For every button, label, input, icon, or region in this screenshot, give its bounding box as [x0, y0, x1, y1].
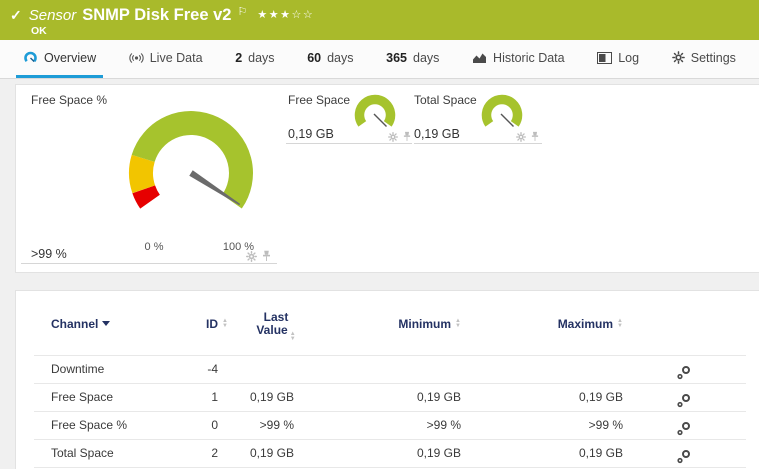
pin-icon[interactable] [531, 131, 539, 142]
table-row: Free Space % 0 >99 % >99 % >99 % [16, 411, 759, 439]
pin-icon[interactable] [403, 131, 411, 142]
sort-icon [290, 330, 296, 341]
tab-label: days [327, 50, 354, 65]
table-row: Free Space 1 0,19 GB 0,19 GB 0,19 GB [16, 383, 759, 411]
free-space-actions [388, 131, 411, 142]
column-label: Last Value [256, 310, 289, 337]
tab-historic-data[interactable]: Historic Data [465, 40, 572, 78]
channel-maximum: >99 % [588, 418, 623, 432]
free-space-value: 0,19 GB [288, 127, 334, 141]
table-row: Downtime -4 [16, 355, 759, 383]
tab-label: Overview [44, 50, 97, 65]
channels-table-panel: Channel ID Last Value Minimum Maximum Do… [15, 290, 759, 469]
channel-last-value: 0,19 GB [249, 446, 294, 460]
column-label: ID [206, 317, 219, 331]
divider [34, 467, 746, 468]
star-icon[interactable]: ★ [269, 9, 280, 21]
overview-gauges-panel: Free Space % 0 % 100 % >99 % Free Space … [15, 84, 759, 273]
sort-icon [617, 317, 623, 328]
star-icon[interactable]: ☆ [291, 9, 302, 21]
total-space-gauge-title: Total Space [414, 93, 477, 107]
divider [414, 143, 542, 144]
divider [21, 263, 277, 264]
table-row: Total Space 2 0,19 GB 0,19 GB 0,19 GB [16, 439, 759, 467]
tab-number: 2 [235, 50, 243, 65]
free-space-gauge-title: Free Space [288, 93, 351, 107]
column-header-minimum[interactable]: Minimum [381, 317, 461, 331]
channel-name: Total Space [51, 446, 114, 460]
channel-minimum: >99 % [426, 418, 461, 432]
channel-maximum: 0,19 GB [578, 390, 623, 404]
star-icon[interactable]: ★ [257, 9, 268, 21]
channel-last-value: >99 % [259, 418, 294, 432]
chevron-down-icon [102, 321, 111, 326]
sort-icon [455, 317, 461, 328]
divider [286, 143, 412, 144]
channel-maximum: 0,19 GB [578, 446, 623, 460]
column-header-last-value[interactable]: Last Value [248, 311, 304, 341]
sensor-status-header: ✓ Sensor SNMP Disk Free v2 ⚐ ★★★☆☆ OK [0, 0, 759, 40]
main-gauge-value: >99 % [31, 247, 67, 261]
column-label: Minimum [398, 317, 452, 331]
gear-icon [671, 51, 685, 64]
log-icon [597, 51, 613, 64]
channel-last-value: 0,19 GB [249, 390, 294, 404]
area-chart-icon [473, 53, 487, 63]
tab-settings[interactable]: Settings [665, 40, 743, 78]
gauge-icon [24, 51, 37, 63]
channel-name: Free Space % [51, 418, 128, 432]
tab-60-days[interactable]: 60 days [300, 40, 360, 78]
column-label: Maximum [557, 317, 614, 331]
gear-icon[interactable] [388, 131, 398, 142]
tab-label: days [413, 50, 440, 65]
tab-log[interactable]: Log [590, 40, 646, 78]
gear-icon[interactable] [516, 131, 526, 142]
total-space-value: 0,19 GB [414, 127, 460, 141]
column-header-maximum[interactable]: Maximum [543, 317, 623, 331]
tab-label: days [248, 50, 275, 65]
channel-name: Free Space [51, 390, 114, 404]
tab-overview[interactable]: Overview [16, 40, 104, 78]
ok-check-icon: ✓ [10, 7, 22, 23]
column-header-channel[interactable]: Channel [51, 317, 111, 331]
channel-name: Downtime [51, 362, 105, 376]
sensor-title: SNMP Disk Free v2 [82, 6, 232, 24]
prtg-sensor-page: ✓ Sensor SNMP Disk Free v2 ⚐ ★★★☆☆ OK Ov… [0, 0, 759, 469]
pin-icon[interactable] [262, 250, 271, 262]
object-kind-label: Sensor [28, 7, 77, 24]
free-space-percent-gauge [129, 111, 253, 209]
channel-settings-icon[interactable] [676, 446, 691, 469]
sort-icon [222, 317, 228, 328]
priority-stars[interactable]: ★★★☆☆ [257, 8, 314, 21]
channel-id: 1 [211, 390, 218, 404]
live-data-icon [129, 52, 144, 63]
tab-number: 365 [386, 50, 407, 65]
star-icon[interactable]: ★ [280, 9, 291, 21]
tab-label: Log [618, 50, 640, 65]
star-icon[interactable]: ☆ [303, 9, 314, 21]
tab-label: Live Data [149, 50, 203, 65]
channel-id: 2 [211, 446, 218, 460]
column-label: Channel [51, 317, 99, 331]
main-gauge-actions [246, 250, 271, 262]
tab-2-days[interactable]: 2 days [228, 40, 281, 78]
flag-icon[interactable]: ⚐ [237, 5, 247, 18]
tab-label: Settings [690, 50, 736, 65]
channel-id: 0 [211, 418, 218, 432]
tab-label: Historic Data [493, 50, 565, 65]
channel-id: -4 [207, 362, 218, 376]
gauge-scale-min: 0 % [144, 241, 164, 253]
tab-365-days[interactable]: 365 days [379, 40, 446, 78]
tab-bar: Overview Live Data 2 days 60 days 365 da… [0, 40, 759, 79]
status-badge: OK [31, 25, 47, 37]
column-header-id[interactable]: ID [156, 317, 228, 331]
channel-minimum: 0,19 GB [416, 390, 461, 404]
channel-minimum: 0,19 GB [416, 446, 461, 460]
tab-live-data[interactable]: Live Data [122, 40, 210, 78]
gear-icon[interactable] [246, 250, 257, 262]
tab-number: 60 [307, 50, 322, 65]
total-space-actions [516, 131, 539, 142]
